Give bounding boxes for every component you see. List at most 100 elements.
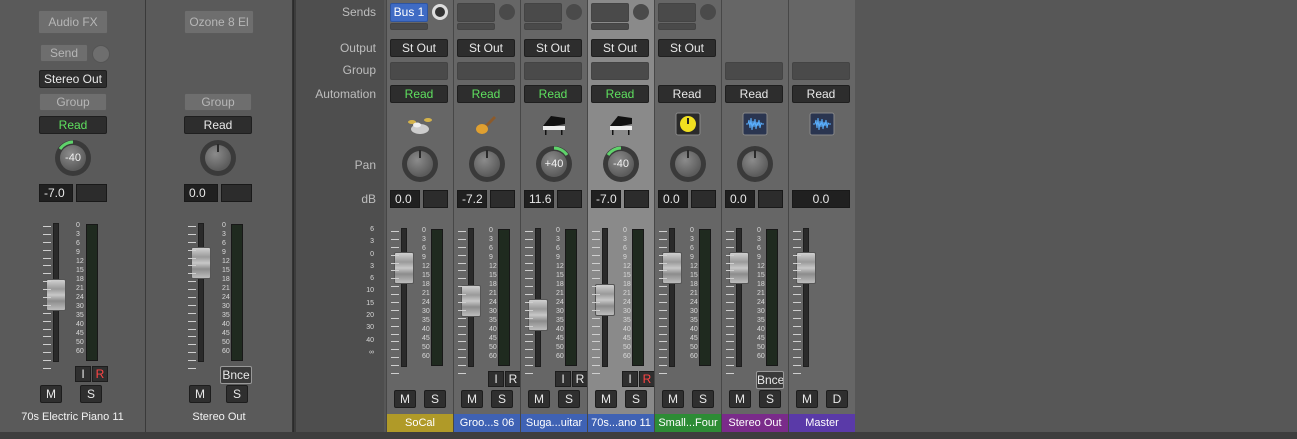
send-slot[interactable]: Bus 1 bbox=[390, 3, 428, 22]
automation-button[interactable]: Read bbox=[792, 85, 850, 103]
volume-value[interactable]: -7.0 bbox=[39, 184, 73, 202]
track-name[interactable]: SoCal bbox=[387, 414, 453, 432]
output-button[interactable]: St Out bbox=[457, 39, 515, 57]
track-name[interactable]: Suga...uitar bbox=[521, 414, 587, 432]
solo-button[interactable]: S bbox=[226, 385, 248, 403]
automation-button[interactable]: Read bbox=[390, 85, 448, 103]
volume-fader-track[interactable] bbox=[803, 228, 809, 367]
volume-fader-track[interactable] bbox=[669, 228, 675, 367]
mute-button[interactable]: M bbox=[729, 390, 751, 408]
send-knob[interactable] bbox=[92, 45, 110, 63]
volume-value[interactable]: -7.0 bbox=[591, 190, 621, 208]
send-slot[interactable] bbox=[457, 3, 495, 22]
automation-button[interactable]: Read bbox=[658, 85, 716, 103]
output-button[interactable]: St Out bbox=[390, 39, 448, 57]
volume-value[interactable]: 0.0 bbox=[184, 184, 218, 202]
bounce-button[interactable]: Bnce bbox=[756, 371, 784, 389]
automation-button[interactable]: Read bbox=[39, 116, 107, 134]
volume-fader-track[interactable] bbox=[198, 223, 204, 362]
send-level-knob[interactable] bbox=[700, 4, 716, 20]
record-enable-button[interactable]: R bbox=[572, 371, 588, 387]
volume-value[interactable]: 0.0 bbox=[658, 190, 688, 208]
mute-button[interactable]: M bbox=[595, 390, 617, 408]
pan-knob[interactable] bbox=[200, 140, 236, 176]
track-name[interactable]: Small...Four bbox=[655, 414, 721, 432]
send-slot[interactable] bbox=[591, 3, 629, 22]
volume-value[interactable]: -7.2 bbox=[457, 190, 487, 208]
input-monitor-button[interactable]: I bbox=[488, 371, 504, 387]
group-slot[interactable] bbox=[591, 62, 649, 80]
volume-fader-track[interactable] bbox=[535, 228, 541, 367]
input-monitor-button[interactable]: I bbox=[75, 366, 91, 382]
automation-button[interactable]: Read bbox=[725, 85, 783, 103]
waveform-icon[interactable] bbox=[742, 112, 768, 136]
send-slot-2[interactable] bbox=[390, 23, 428, 30]
output-button[interactable]: Stereo Out bbox=[39, 70, 107, 88]
record-enable-button[interactable]: R bbox=[505, 371, 521, 387]
send-slot-2[interactable] bbox=[457, 23, 495, 30]
mute-button[interactable]: M bbox=[394, 390, 416, 408]
volume-value[interactable]: 0.0 bbox=[792, 190, 850, 208]
send-slot[interactable] bbox=[658, 3, 696, 22]
send-level-knob[interactable] bbox=[566, 4, 582, 20]
mute-button[interactable]: M bbox=[189, 385, 211, 403]
mute-button[interactable]: M bbox=[662, 390, 684, 408]
solo-button[interactable]: S bbox=[424, 390, 446, 408]
pan-knob[interactable] bbox=[469, 146, 505, 182]
group-slot[interactable] bbox=[524, 62, 582, 80]
mute-button[interactable]: M bbox=[528, 390, 550, 408]
automation-button[interactable]: Read bbox=[184, 116, 252, 134]
piano-icon[interactable] bbox=[541, 112, 565, 136]
solo-button[interactable]: S bbox=[759, 390, 781, 408]
send-slot-2[interactable] bbox=[591, 23, 629, 30]
volume-value[interactable]: 11.6 bbox=[524, 190, 554, 208]
volume-fader-track[interactable] bbox=[401, 228, 407, 367]
group-slot[interactable] bbox=[725, 62, 783, 80]
automation-button[interactable]: Read bbox=[524, 85, 582, 103]
group-button[interactable]: Group bbox=[184, 93, 252, 111]
pan-knob[interactable]: -40 bbox=[603, 146, 639, 182]
solo-button[interactable]: S bbox=[491, 390, 513, 408]
automation-button[interactable]: Read bbox=[591, 85, 649, 103]
track-name[interactable]: 70s...ano 11 bbox=[588, 414, 654, 432]
send-level-knob[interactable] bbox=[432, 4, 448, 20]
track-name[interactable]: Stereo Out bbox=[722, 414, 788, 432]
send-slot-2[interactable] bbox=[524, 23, 562, 30]
solo-button[interactable]: S bbox=[558, 390, 580, 408]
send-level-knob[interactable] bbox=[633, 4, 649, 20]
dim-button[interactable]: D bbox=[826, 390, 848, 408]
track-name[interactable]: 70s Electric Piano 11 bbox=[0, 411, 145, 423]
pan-knob[interactable]: -40 bbox=[55, 140, 91, 176]
piano-icon[interactable] bbox=[608, 112, 632, 136]
plugin-slot[interactable]: Ozone 8 El bbox=[184, 10, 254, 34]
group-slot[interactable] bbox=[792, 62, 850, 80]
pan-knob[interactable] bbox=[670, 146, 706, 182]
audio-fx-slot[interactable]: Audio FX bbox=[38, 10, 108, 34]
solo-button[interactable]: S bbox=[692, 390, 714, 408]
send-slot[interactable]: Send bbox=[40, 44, 88, 62]
volume-fader-track[interactable] bbox=[736, 228, 742, 367]
send-slot[interactable] bbox=[524, 3, 562, 22]
send-slot-2[interactable] bbox=[658, 23, 696, 30]
volume-value[interactable]: 0.0 bbox=[390, 190, 420, 208]
group-slot[interactable] bbox=[457, 62, 515, 80]
bounce-button[interactable]: Bnce bbox=[220, 366, 252, 384]
record-enable-button[interactable]: R bbox=[92, 366, 108, 382]
output-button[interactable]: St Out bbox=[591, 39, 649, 57]
pan-knob[interactable] bbox=[737, 146, 773, 182]
send-level-knob[interactable] bbox=[499, 4, 515, 20]
group-slot[interactable] bbox=[390, 62, 448, 80]
input-monitor-button[interactable]: I bbox=[555, 371, 571, 387]
track-name[interactable]: Master bbox=[789, 414, 855, 432]
drums-icon[interactable] bbox=[407, 112, 432, 136]
group-button[interactable]: Group bbox=[39, 93, 107, 111]
mute-button[interactable]: M bbox=[40, 385, 62, 403]
output-name[interactable]: Stereo Out bbox=[146, 411, 292, 423]
input-monitor-button[interactable]: I bbox=[622, 371, 638, 387]
volume-value[interactable]: 0.0 bbox=[725, 190, 755, 208]
waveform-icon[interactable] bbox=[809, 112, 835, 136]
output-button[interactable]: St Out bbox=[524, 39, 582, 57]
pan-knob[interactable] bbox=[402, 146, 438, 182]
tuner-icon[interactable] bbox=[675, 112, 701, 136]
mute-button[interactable]: M bbox=[461, 390, 483, 408]
